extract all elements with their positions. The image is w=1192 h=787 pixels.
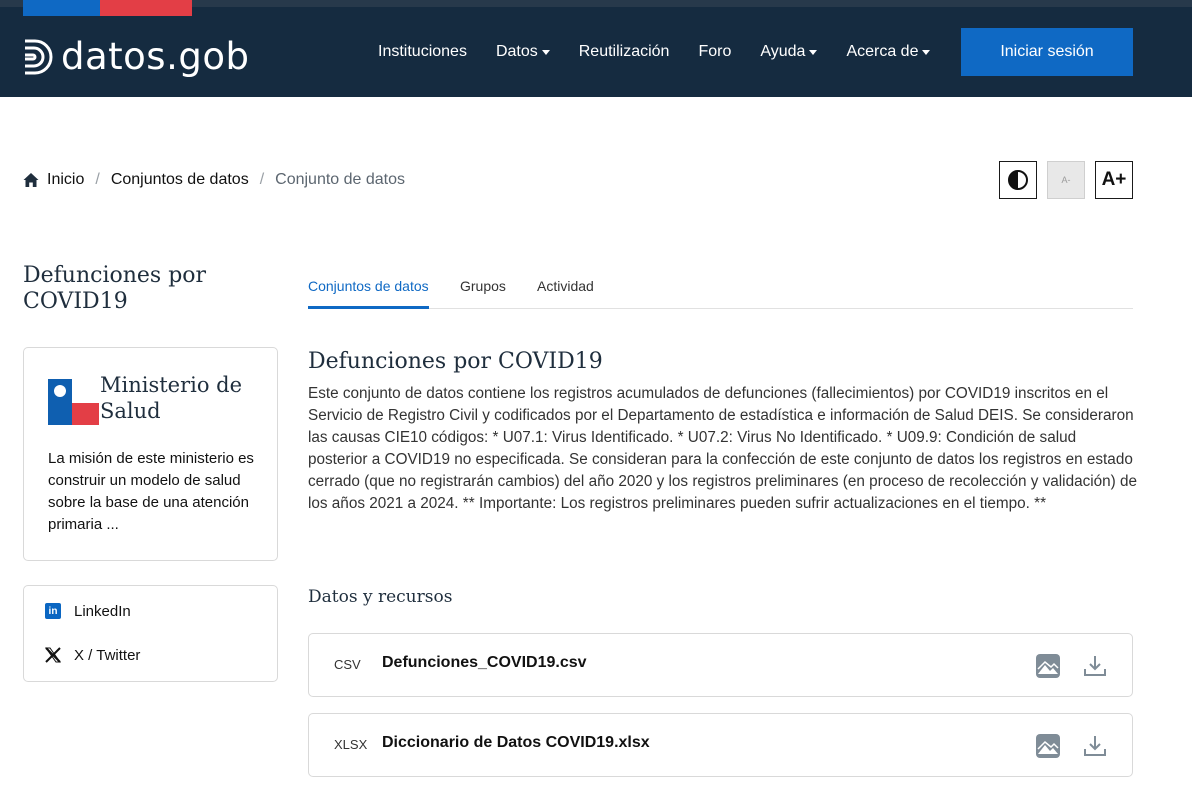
breadcrumb-datasets-link[interactable]: Conjuntos de datos (111, 171, 249, 189)
flag-red-segment (100, 0, 192, 16)
contrast-icon (1008, 170, 1028, 190)
resource-name[interactable]: Diccionario de Datos COVID19.xlsx (382, 734, 650, 752)
logo-white-block (72, 379, 99, 403)
site-header: datos.gob Instituciones Datos Reutilizac… (0, 0, 1192, 97)
breadcrumb: Inicio / Conjuntos de datos / Conjunto d… (23, 169, 405, 191)
logo-text: datos.gob (61, 35, 250, 78)
nav-label: Acerca de (846, 43, 919, 60)
resource-format: XLSX (334, 737, 368, 752)
resources-heading: Datos y recursos (308, 587, 453, 607)
organization-description: La misión de este ministerio es construi… (48, 450, 254, 533)
download-icon[interactable] (1082, 733, 1108, 759)
tab-bar: Conjuntos de datos Grupos Actividad (308, 277, 1133, 309)
download-icon[interactable] (1082, 653, 1108, 679)
flag-stripe (23, 0, 192, 16)
nav-label: Datos (495, 43, 538, 60)
site-logo[interactable]: datos.gob (23, 36, 249, 78)
linkedin-icon: in (44, 602, 62, 620)
nav-ayuda-dropdown[interactable]: Ayuda (760, 43, 818, 61)
tab-actividad[interactable]: Actividad (537, 277, 594, 309)
share-twitter-link[interactable]: X / Twitter (44, 646, 140, 664)
organization-name[interactable]: Ministerio de Salud (100, 372, 270, 424)
nav-label: Ayuda (760, 43, 806, 60)
caret-down-icon (541, 49, 550, 55)
nav-label: Instituciones (378, 43, 467, 60)
home-icon[interactable] (23, 172, 39, 188)
ministerio-logo[interactable] (48, 379, 99, 425)
social-label: X / Twitter (74, 646, 141, 664)
caret-down-icon (809, 49, 818, 55)
nav-label: Foro (698, 43, 732, 60)
nav-reutilizacion[interactable]: Reutilización (579, 43, 670, 61)
social-share-card: in LinkedIn X / Twitter (23, 585, 278, 682)
resource-name[interactable]: Defunciones_COVID19.csv (382, 654, 587, 672)
flag-blue-segment (23, 0, 100, 16)
decrease-font-button[interactable]: A- (1047, 161, 1085, 199)
resource-item[interactable]: CSV Defunciones_COVID19.csv (308, 633, 1133, 697)
preview-image-icon[interactable] (1035, 653, 1061, 679)
breadcrumb-separator: / (259, 171, 265, 188)
tab-grupos[interactable]: Grupos (460, 277, 506, 309)
logo-star-icon (54, 385, 66, 397)
nav-label: Reutilización (578, 43, 670, 60)
login-button[interactable]: Iniciar sesión (961, 28, 1133, 76)
logo-blue-block (48, 379, 72, 425)
sidebar-dataset-title: Defunciones por COVID19 (23, 263, 207, 314)
resource-item[interactable]: XLSX Diccionario de Datos COVID19.xlsx (308, 713, 1133, 777)
dataset-title: Defunciones por COVID19 (308, 349, 603, 374)
breadcrumb-current: Conjunto de datos (275, 171, 406, 188)
share-linkedin-link[interactable]: in LinkedIn (44, 602, 131, 620)
dataset-description: Este conjunto de datos contiene los regi… (308, 385, 1138, 512)
increase-font-button[interactable]: A+ (1095, 161, 1133, 199)
x-twitter-icon (44, 646, 62, 664)
nav-foro[interactable]: Foro (698, 43, 731, 61)
breadcrumb-separator: / (95, 171, 100, 188)
tab-conjuntos-de-datos[interactable]: Conjuntos de datos (308, 277, 429, 309)
main-nav: Instituciones Datos Reutilización Foro A… (378, 40, 959, 64)
caret-down-icon (922, 49, 931, 55)
nav-datos-dropdown[interactable]: Datos (496, 43, 550, 61)
organization-card: Ministerio de Salud La misión de este mi… (23, 347, 278, 561)
nav-acerca-dropdown[interactable]: Acerca de (846, 43, 931, 61)
logo-mark-icon (25, 39, 53, 75)
breadcrumb-home-link[interactable]: Inicio (47, 171, 84, 189)
resource-format: CSV (334, 657, 361, 672)
nav-instituciones[interactable]: Instituciones (378, 43, 467, 61)
social-label: LinkedIn (74, 602, 131, 620)
contrast-toggle-button[interactable] (999, 161, 1037, 199)
preview-image-icon[interactable] (1035, 733, 1061, 759)
